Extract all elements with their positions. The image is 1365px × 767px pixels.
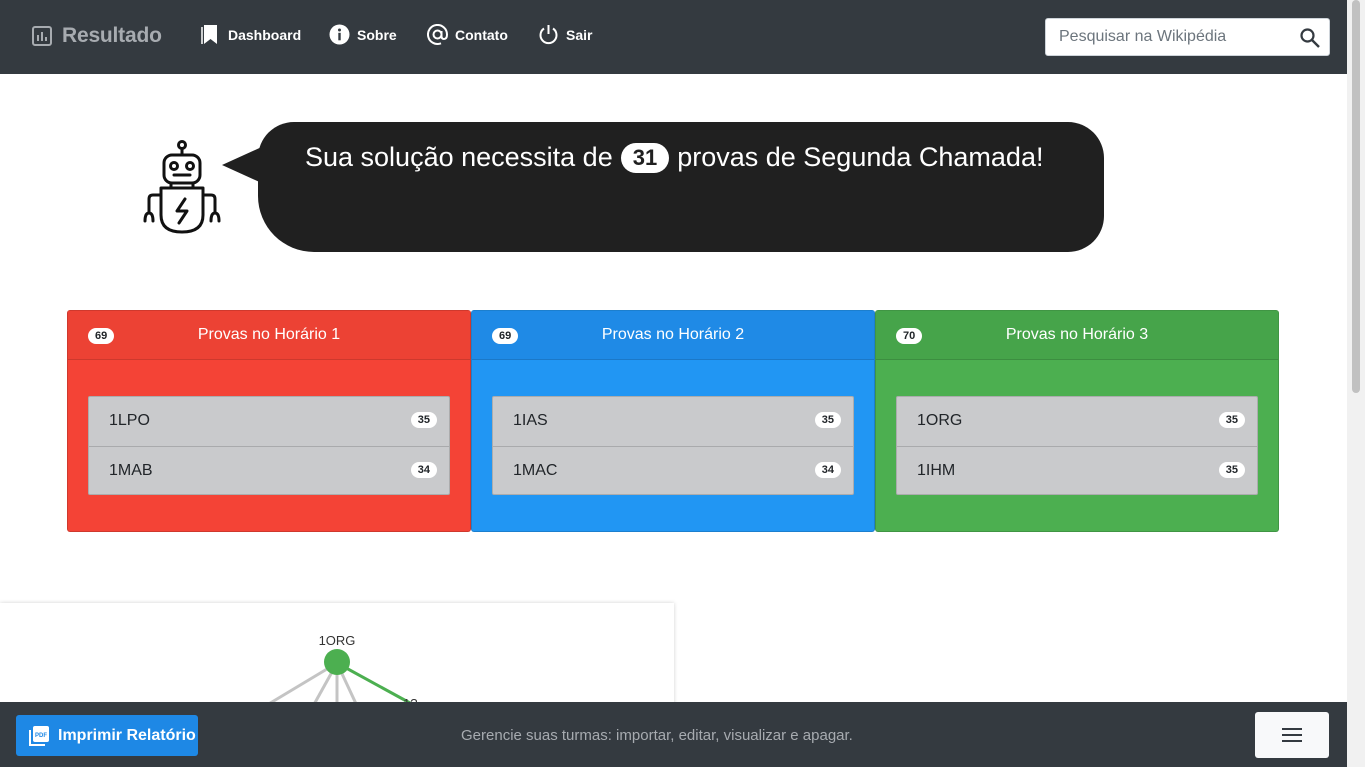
card-header: 69 Provas no Horário 2 [472, 311, 874, 360]
card-horario-3: 70 Provas no Horário 3 1ORG 35 1IHM 35 [875, 310, 1279, 532]
list-item[interactable]: 1MAB 34 [89, 446, 449, 495]
pdf-icon: PDF [29, 725, 49, 746]
exam-code: 1MAB [109, 462, 153, 479]
search-input[interactable] [1047, 20, 1285, 54]
bar-chart-icon [32, 26, 52, 46]
exam-count-badge: 34 [814, 462, 841, 478]
top-navbar: Resultado Dashboard Sobre Contato Sair [0, 0, 1347, 74]
scrollbar-thumb[interactable] [1352, 0, 1360, 393]
list-item[interactable]: 1IHM 35 [897, 446, 1257, 495]
speech-bubble: Sua solução necessita de 31 provas de Se… [258, 122, 1104, 252]
search-icon[interactable] [1299, 27, 1321, 49]
card-horario-1: 69 Provas no Horário 1 1LPO 35 1MAB 34 [67, 310, 471, 532]
nav-sobre-label: Sobre [357, 26, 397, 43]
exam-count-badge: 34 [410, 462, 437, 478]
conflict-graph-panel: 1ORG 1? [0, 603, 674, 713]
bookmark-icon [201, 25, 217, 44]
exam-count-badge: 35 [1218, 412, 1245, 428]
nav-contato-label: Contato [455, 26, 508, 43]
list-item[interactable]: 1MAC 34 [493, 446, 853, 495]
exam-count-badge: 35 [410, 412, 437, 428]
search-box [1045, 18, 1330, 56]
exam-list: 1IAS 35 1MAC 34 [492, 396, 854, 495]
print-report-button[interactable]: PDF Imprimir Relatório [16, 715, 198, 756]
svg-text:PDF: PDF [35, 733, 47, 739]
card-header: 70 Provas no Horário 3 [876, 311, 1278, 360]
exam-code: 1LPO [109, 412, 150, 429]
hamburger-icon [1282, 728, 1302, 742]
exam-code: 1ORG [917, 412, 963, 429]
message-before: Sua solução necessita de [305, 142, 613, 172]
power-icon [539, 25, 558, 45]
brand[interactable]: Resultado [32, 24, 162, 48]
nav-contato[interactable]: Contato [427, 24, 508, 45]
list-item[interactable]: 1ORG 35 [897, 397, 1257, 446]
card-title: Provas no Horário 3 [1005, 326, 1149, 343]
at-icon [427, 24, 448, 45]
print-report-label: Imprimir Relatório [58, 726, 196, 744]
result-message: Sua solução necessita de 31 provas de Se… [305, 142, 1043, 173]
exam-list: 1ORG 35 1IHM 35 [896, 396, 1258, 495]
nav-dashboard[interactable]: Dashboard [200, 24, 301, 45]
nav-dashboard-label: Dashboard [228, 26, 302, 43]
card-title: Provas no Horário 2 [601, 326, 745, 343]
card-header: 69 Provas no Horário 1 [68, 311, 470, 360]
list-item[interactable]: 1LPO 35 [89, 397, 449, 446]
card-title: Provas no Horário 1 [197, 326, 341, 343]
nav-sair[interactable]: Sair [538, 24, 592, 45]
exam-count-badge: 35 [814, 412, 841, 428]
exam-code: 1MAC [513, 462, 558, 479]
bottom-bar: PDF Imprimir Relatório Gerencie suas tur… [0, 702, 1347, 767]
graph-node[interactable] [324, 649, 350, 675]
robot-icon [143, 140, 221, 234]
conflict-graph[interactable]: 1ORG 1? [0, 603, 674, 713]
second-call-count-badge: 31 [620, 142, 670, 173]
exam-code: 1IAS [513, 412, 548, 429]
card-horario-2: 69 Provas no Horário 2 1IAS 35 1MAC 34 [471, 310, 875, 532]
nav-sair-label: Sair [566, 26, 593, 43]
info-icon [329, 24, 350, 45]
message-after: provas de Segunda Chamada! [677, 142, 1044, 172]
graph-node-label: 1ORG [319, 633, 356, 648]
brand-title: Resultado [62, 24, 162, 47]
exam-count-badge: 35 [1218, 462, 1245, 478]
exam-code: 1IHM [917, 462, 956, 479]
footer-message: Gerencie suas turmas: importar, editar, … [461, 727, 853, 744]
menu-toggle-button[interactable] [1255, 712, 1329, 758]
list-item[interactable]: 1IAS 35 [493, 397, 853, 446]
exam-list: 1LPO 35 1MAB 34 [88, 396, 450, 495]
nav-sobre[interactable]: Sobre [329, 24, 397, 45]
